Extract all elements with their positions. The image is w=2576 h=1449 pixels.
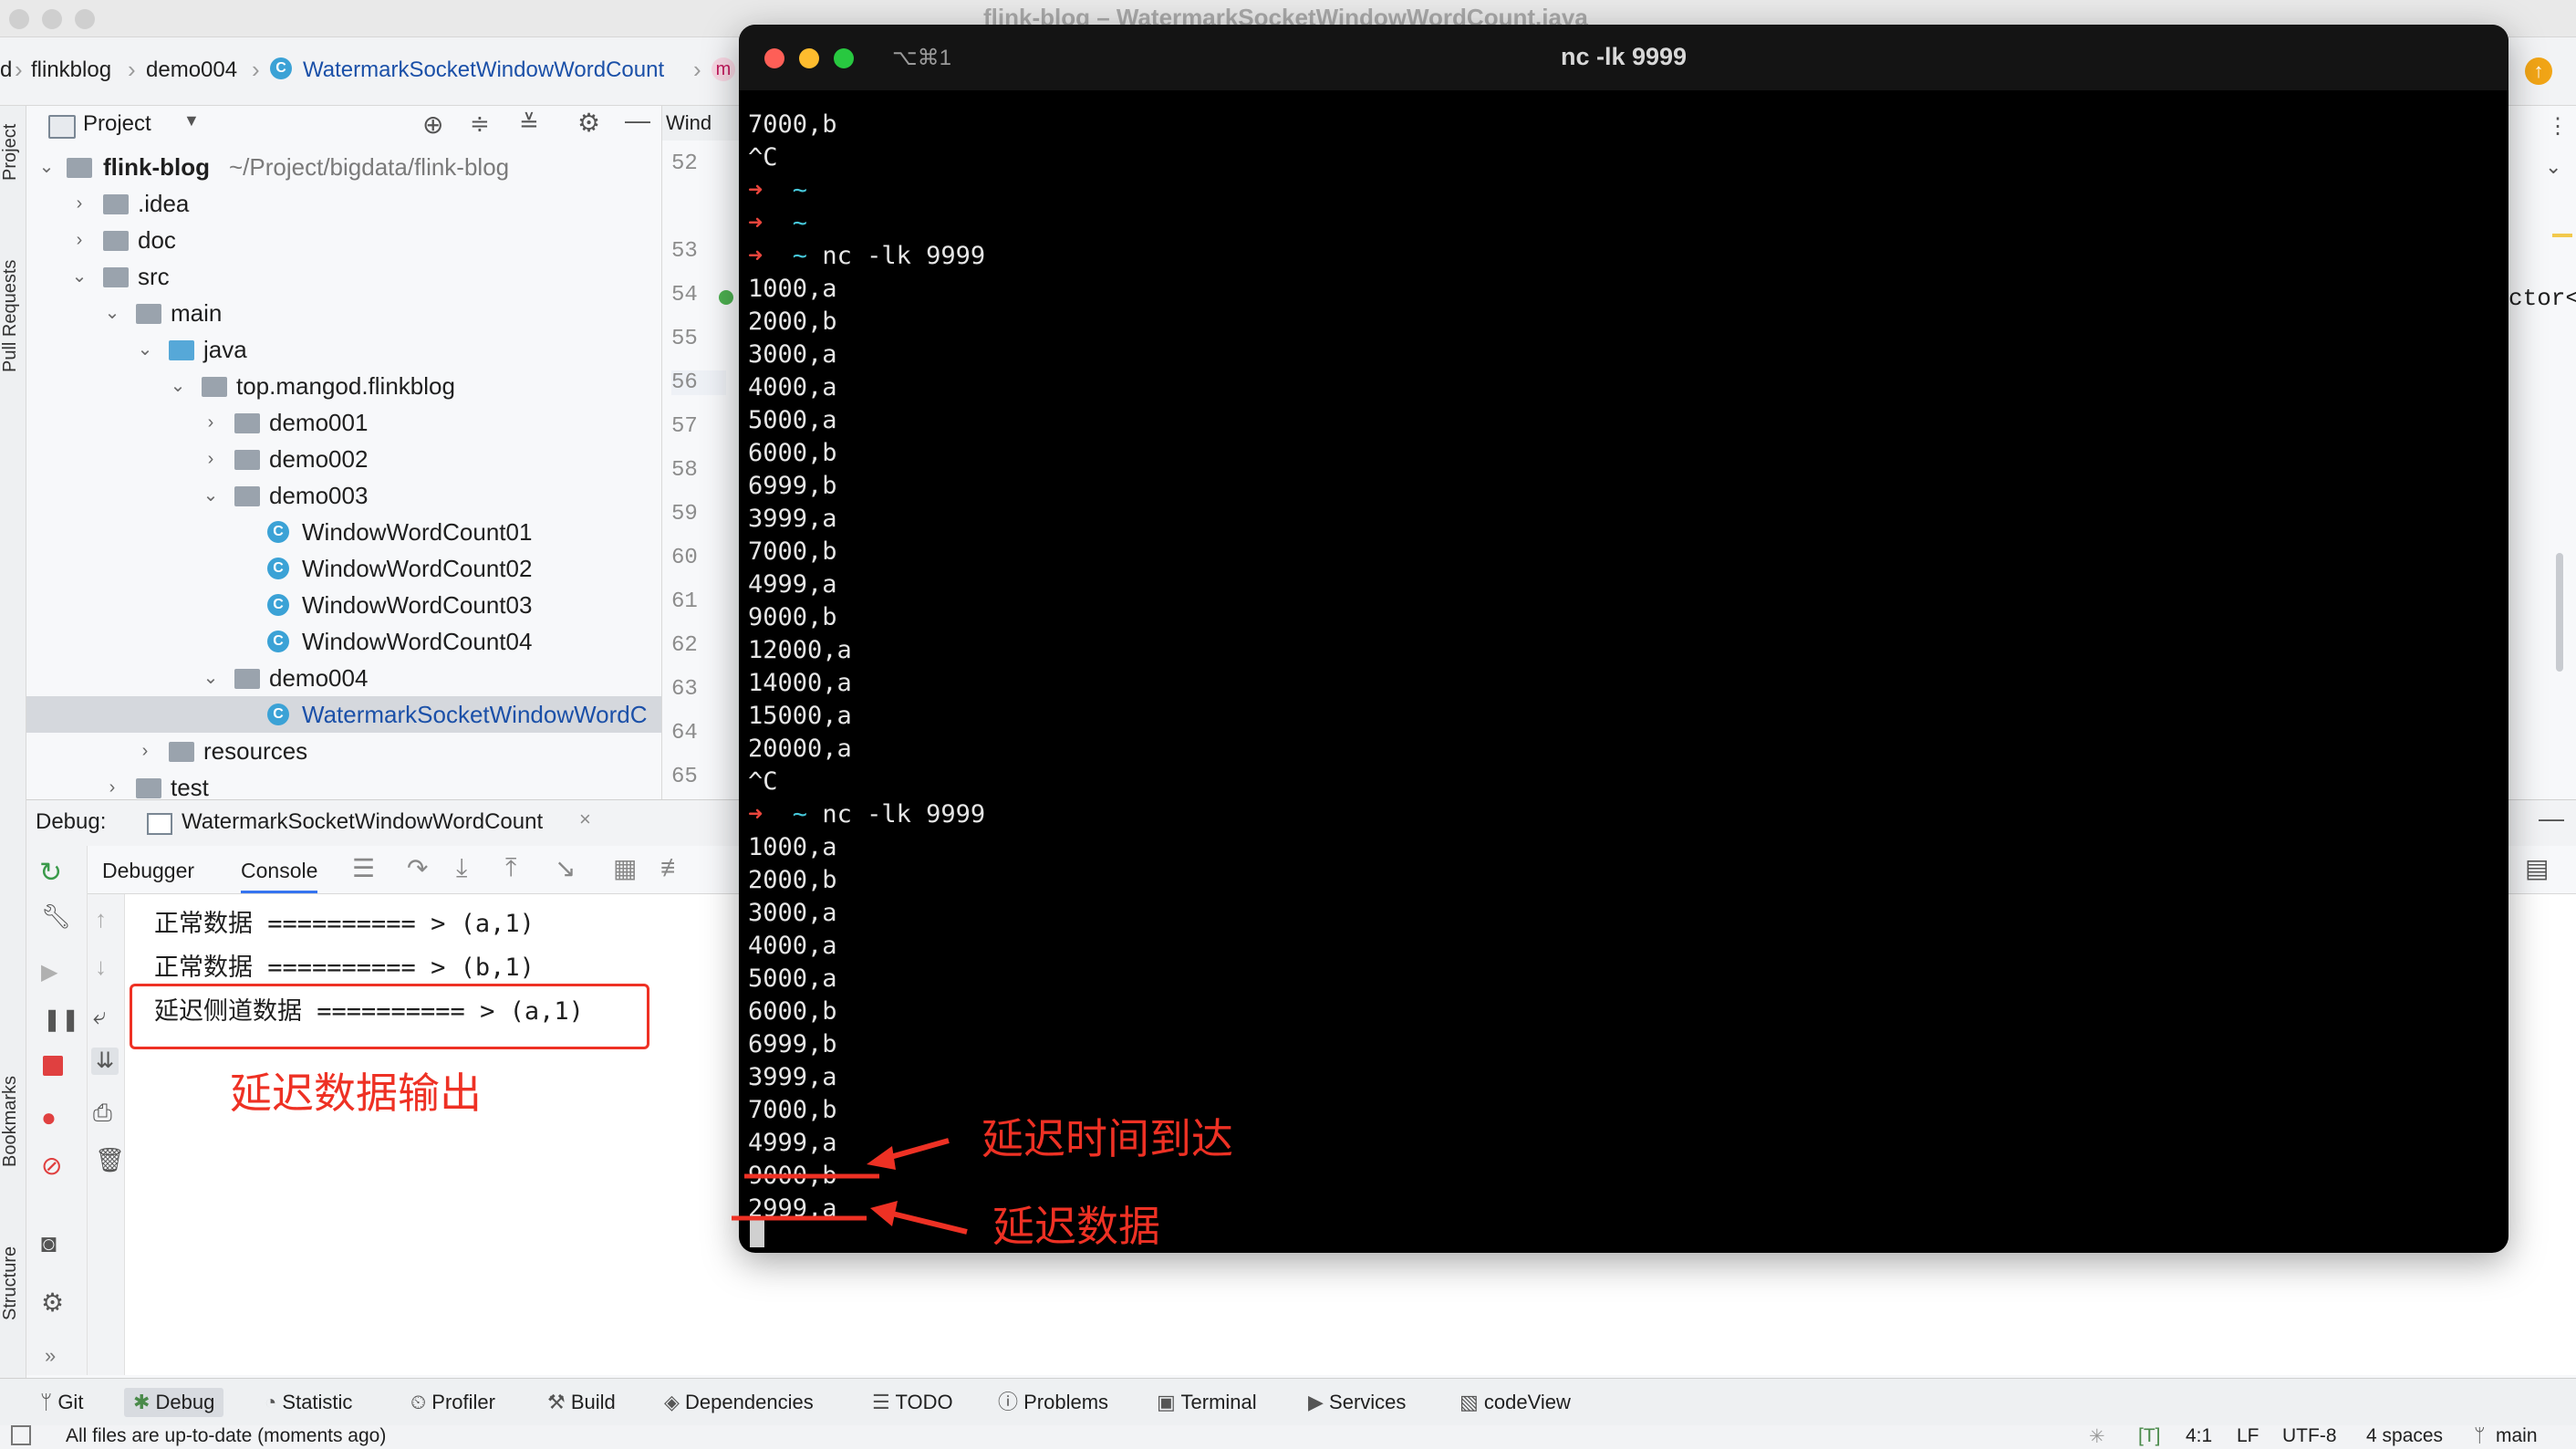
annotation-arrows <box>732 1138 968 1235</box>
arrow-late-data <box>884 1209 968 1235</box>
arrowhead-late-time <box>867 1146 896 1170</box>
annotation-late-data: 延迟数据 <box>992 1203 1160 1250</box>
annotation-late-time-arrived: 延迟时间到达 <box>982 1115 1233 1162</box>
arrowhead-late-data <box>870 1201 898 1226</box>
